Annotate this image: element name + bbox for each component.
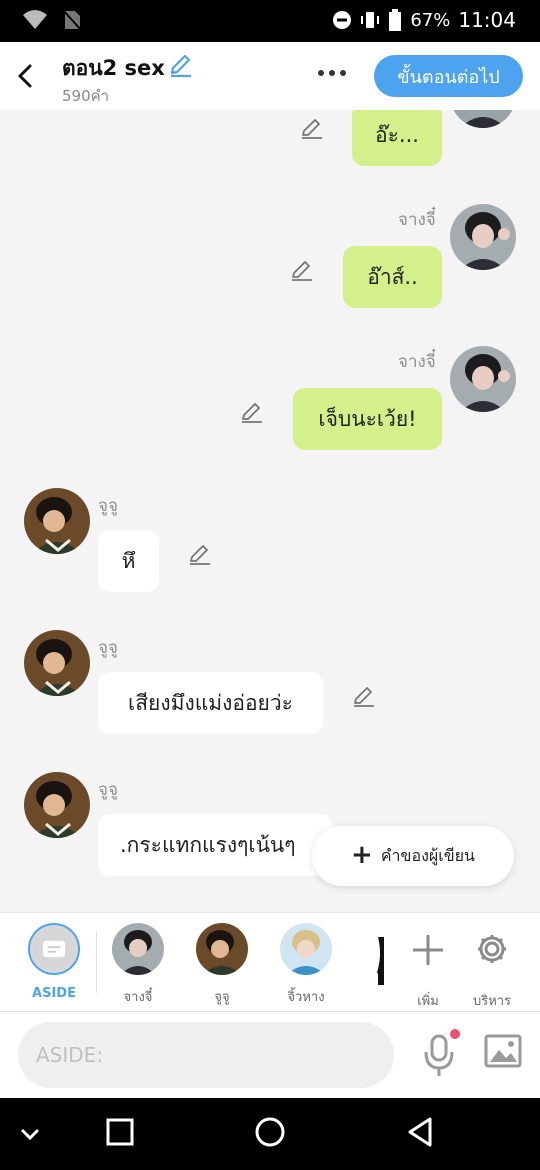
avatar[interactable] [24, 488, 90, 554]
plus-icon [413, 935, 443, 965]
partial-character-avatar[interactable] [368, 937, 384, 985]
avatar[interactable] [450, 204, 516, 270]
edit-message-icon[interactable] [300, 116, 324, 140]
status-bar: 67% 11:04 [0, 0, 540, 42]
character-label: จูจู [214, 990, 230, 1005]
avatar[interactable] [24, 772, 90, 838]
no-sim-icon [62, 9, 82, 31]
avatar[interactable] [24, 630, 90, 696]
edit-message-icon[interactable] [352, 684, 376, 708]
aside-avatar [28, 923, 80, 975]
message-bubble[interactable]: เจ็บนะเว้ย! [293, 388, 442, 450]
gear-icon [478, 935, 506, 963]
chat-area[interactable]: อ๊ะ... จางจี๋ อ๊าส์.. จางจี๋ เจ็บนะเว้ย!… [0, 110, 540, 912]
avatar[interactable] [450, 110, 516, 128]
word-count: 590คำ [62, 87, 110, 105]
edit-pencil-icon[interactable] [168, 52, 194, 78]
message-bubble[interactable]: อ๊ะ... [352, 110, 442, 166]
plus-icon: + [351, 840, 373, 870]
edit-message-icon[interactable] [188, 542, 212, 566]
character-aside[interactable]: ASIDE [24, 923, 84, 1001]
recent-apps-icon[interactable] [106, 1118, 134, 1146]
character-juju[interactable]: จูจู [192, 923, 252, 1007]
message-icon [33, 928, 75, 970]
character-name: จางจี๋ [398, 210, 436, 230]
avatar[interactable] [450, 346, 516, 412]
microphone-icon[interactable] [420, 1028, 460, 1078]
manage-label: บริหาร [472, 994, 512, 1009]
author-note-button[interactable]: + คำของผู้เขียน [312, 826, 514, 886]
divider [96, 931, 97, 993]
message-bubble[interactable]: .กระแทกแรงๆเน้นๆ [98, 814, 332, 876]
back-arrow-icon[interactable] [12, 58, 40, 94]
message-bubble[interactable]: หึ [98, 530, 159, 592]
character-name: จางจี๋ [398, 352, 436, 372]
character-name: จูจู [98, 496, 118, 516]
battery-icon [389, 9, 402, 31]
character-label: ASIDE [32, 986, 76, 1001]
message-bubble[interactable]: เสียงมึงแม่งอ่อยว่ะ [98, 672, 323, 734]
clock: 11:04 [458, 8, 516, 32]
manage-button[interactable]: บริหาร [462, 923, 522, 1011]
avatar [280, 923, 332, 975]
author-note-label: คำของผู้เขียน [380, 845, 475, 865]
character-name: จูจู [98, 780, 118, 800]
character-label: จางจี๋ [123, 990, 153, 1005]
edit-message-icon[interactable] [240, 400, 264, 424]
aside-input[interactable] [18, 1022, 394, 1088]
add-character-button[interactable]: เพิ่ม [398, 923, 458, 1011]
chevron-down-icon[interactable] [18, 1124, 42, 1144]
message-bubble[interactable]: อ๊าส์.. [343, 246, 442, 308]
dnd-icon [333, 11, 352, 29]
character-jiwhang[interactable]: จิ้วหาง [276, 923, 336, 1007]
more-options-icon[interactable] [318, 70, 346, 76]
wifi-icon [23, 10, 47, 29]
home-icon[interactable] [254, 1116, 286, 1148]
character-name: จูจู [98, 638, 118, 658]
character-label: จิ้วหาง [287, 990, 325, 1005]
add-label: เพิ่ม [417, 994, 439, 1009]
vibrate-icon [361, 12, 380, 28]
character-jangji[interactable]: จางจี๋ [108, 923, 168, 1007]
input-bar [0, 1012, 540, 1098]
avatar [112, 923, 164, 975]
edit-message-icon[interactable] [290, 258, 314, 282]
image-icon[interactable] [484, 1034, 522, 1068]
character-selector: ASIDE จางจี๋ จูจู จิ้วหาง เพิ่ม บริหาร [0, 912, 540, 1012]
battery-percent: 67% [410, 9, 451, 31]
system-nav-bar [0, 1098, 540, 1170]
top-header: ตอน2 sex 590คำ ขั้นตอนต่อไป [0, 42, 540, 110]
page-title: ตอน2 sex [62, 56, 165, 80]
avatar [196, 923, 248, 975]
back-nav-icon[interactable] [406, 1116, 434, 1148]
next-step-button[interactable]: ขั้นตอนต่อไป [374, 55, 523, 97]
